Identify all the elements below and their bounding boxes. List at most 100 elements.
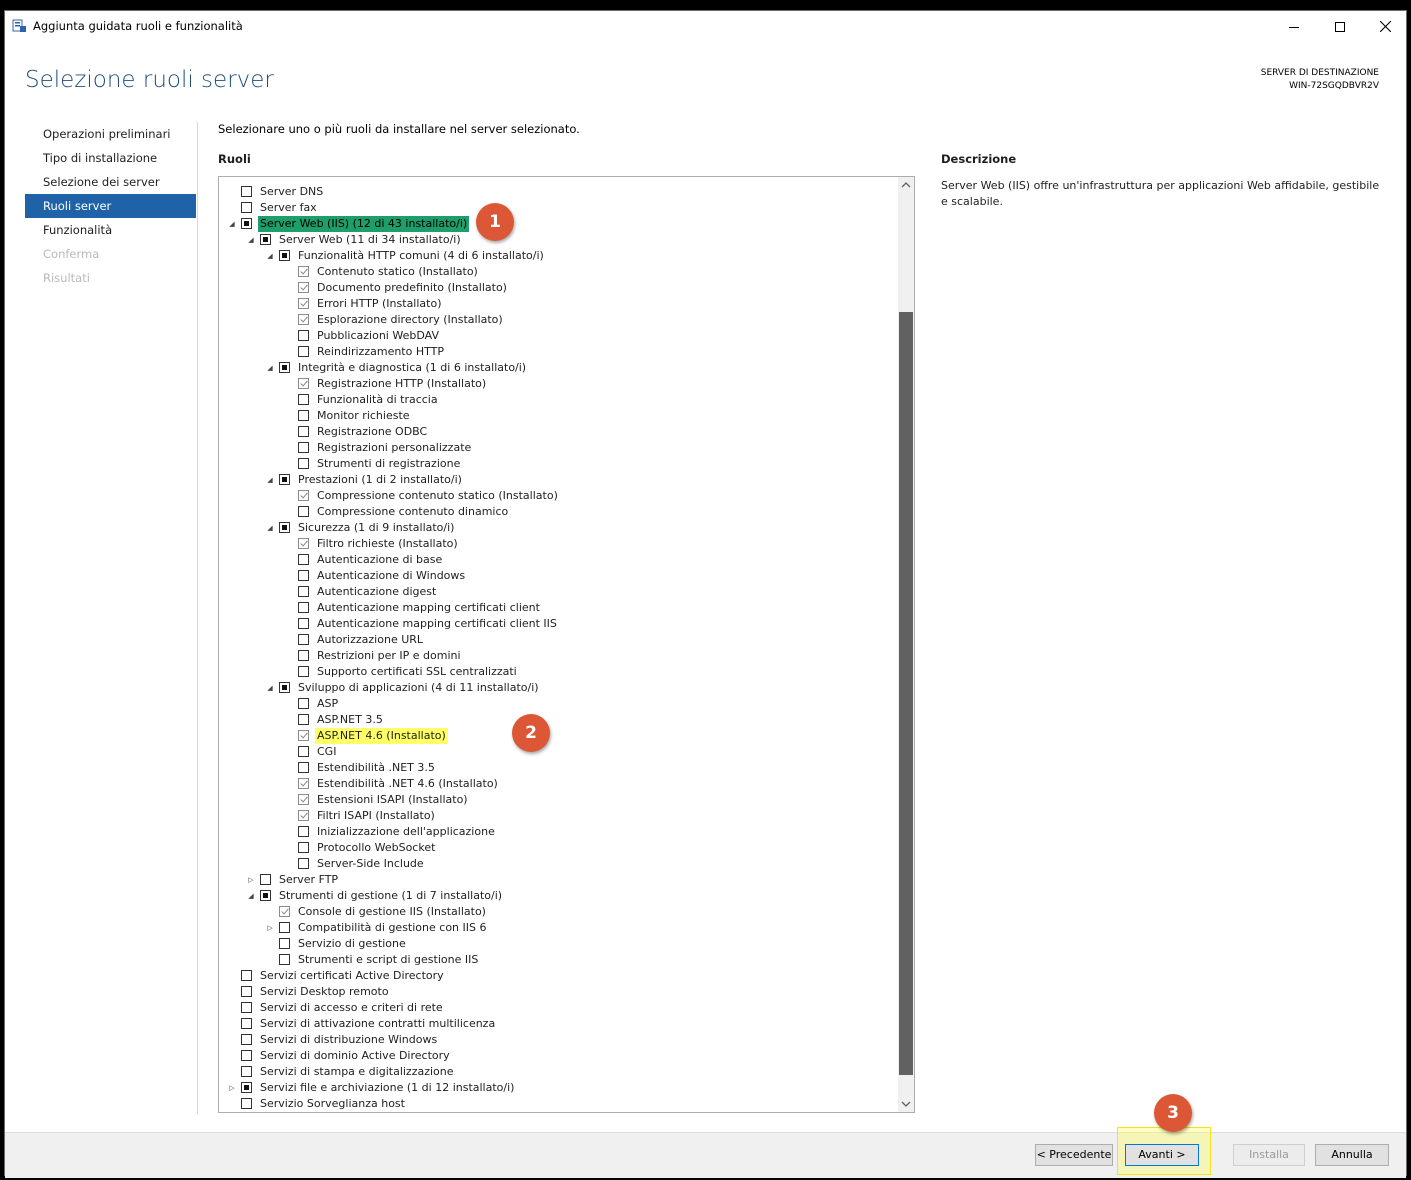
role-checkbox[interactable] (298, 554, 309, 565)
tree-row[interactable]: Contenuto statico (Installato) (219, 264, 899, 280)
role-checkbox[interactable] (260, 234, 271, 245)
tree-row[interactable]: Reindirizzamento HTTP (219, 344, 899, 360)
nav-item-operazioni-preliminari[interactable]: Operazioni preliminari (25, 122, 196, 146)
tree-row[interactable]: Autenticazione di base (219, 552, 899, 568)
tree-row[interactable]: Compressione contenuto statico (Installa… (219, 488, 899, 504)
role-checkbox[interactable] (241, 202, 252, 213)
role-checkbox[interactable] (241, 986, 252, 997)
tree-row[interactable]: Autenticazione mapping certificati clien… (219, 600, 899, 616)
tree-row[interactable]: ASP.NET 3.5 (219, 712, 899, 728)
tree-row[interactable]: Registrazione HTTP (Installato) (219, 376, 899, 392)
tree-row[interactable]: ASP.NET 4.6 (Installato) (219, 728, 899, 744)
tree-row[interactable]: Strumenti di registrazione (219, 456, 899, 472)
role-checkbox[interactable] (298, 282, 309, 293)
tree-row[interactable]: ▷ Server FTP (219, 872, 899, 888)
role-checkbox[interactable] (298, 266, 309, 277)
tree-row[interactable]: ASP (219, 696, 899, 712)
role-checkbox[interactable] (241, 1050, 252, 1061)
role-checkbox[interactable] (298, 650, 309, 661)
role-checkbox[interactable] (241, 1002, 252, 1013)
close-button[interactable] (1362, 11, 1408, 41)
expanded-arrow-icon[interactable]: ◢ (266, 524, 274, 532)
tree-row[interactable]: Estensioni ISAPI (Installato) (219, 792, 899, 808)
role-checkbox[interactable] (298, 762, 309, 773)
tree-row[interactable]: Servizi di stampa e digitalizzazione (219, 1064, 899, 1080)
role-checkbox[interactable] (298, 426, 309, 437)
role-checkbox[interactable] (298, 586, 309, 597)
collapsed-arrow-icon[interactable]: ▷ (266, 924, 274, 932)
role-checkbox[interactable] (298, 730, 309, 741)
tree-row[interactable]: Server fax (219, 200, 899, 216)
role-checkbox[interactable] (298, 330, 309, 341)
role-checkbox[interactable] (279, 362, 290, 373)
role-checkbox[interactable] (241, 1082, 252, 1093)
role-checkbox[interactable] (298, 538, 309, 549)
tree-row[interactable]: ▷ Servizi file e archiviazione (1 di 12 i… (219, 1080, 899, 1096)
tree-row[interactable]: Servizi certificati Active Directory (219, 968, 899, 984)
tree-row[interactable]: ◢ Prestazioni (1 di 2 installato/i) (219, 472, 899, 488)
tree-row[interactable]: Servizi di distribuzione Windows (219, 1032, 899, 1048)
maximize-button[interactable] (1317, 11, 1363, 41)
role-checkbox[interactable] (298, 618, 309, 629)
role-checkbox[interactable] (241, 218, 252, 229)
role-checkbox[interactable] (279, 474, 290, 485)
role-checkbox[interactable] (279, 954, 290, 965)
tree-row[interactable]: ◢ Server Web (IIS) (12 di 43 installato/i… (219, 216, 899, 232)
tree-row[interactable]: Servizi di dominio Active Directory (219, 1048, 899, 1064)
scrollbar-thumb[interactable] (899, 312, 913, 1075)
expanded-arrow-icon[interactable]: ◢ (266, 364, 274, 372)
role-checkbox[interactable] (279, 682, 290, 693)
tree-row[interactable]: ◢ Integrità e diagnostica (1 di 6 install… (219, 360, 899, 376)
role-checkbox[interactable] (279, 250, 290, 261)
role-checkbox[interactable] (298, 746, 309, 757)
tree-row[interactable]: Console di gestione IIS (Installato) (219, 904, 899, 920)
role-checkbox[interactable] (298, 442, 309, 453)
expanded-arrow-icon[interactable]: ◢ (266, 684, 274, 692)
role-checkbox[interactable] (298, 490, 309, 501)
tree-row[interactable]: Servizio Sorveglianza host (219, 1096, 899, 1112)
role-checkbox[interactable] (298, 842, 309, 853)
role-checkbox[interactable] (279, 938, 290, 949)
scroll-down-button[interactable] (898, 1095, 914, 1112)
role-checkbox[interactable] (298, 634, 309, 645)
expanded-arrow-icon[interactable]: ◢ (247, 236, 255, 244)
role-checkbox[interactable] (241, 1098, 252, 1109)
tree-row[interactable]: Server-Side Include (219, 856, 899, 872)
tree-row[interactable]: ◢ Sviluppo di applicazioni (4 di 11 insta… (219, 680, 899, 696)
role-checkbox[interactable] (298, 298, 309, 309)
tree-row[interactable]: CGI (219, 744, 899, 760)
expanded-arrow-icon[interactable]: ◢ (266, 476, 274, 484)
role-checkbox[interactable] (241, 186, 252, 197)
role-checkbox[interactable] (241, 1034, 252, 1045)
tree-row[interactable]: Inizializzazione dell'applicazione (219, 824, 899, 840)
tree-row[interactable]: Registrazione ODBC (219, 424, 899, 440)
tree-row[interactable]: ◢ Server Web (11 di 34 installato/i) (219, 232, 899, 248)
role-checkbox[interactable] (241, 970, 252, 981)
tree-row[interactable]: Estendibilità .NET 4.6 (Installato) (219, 776, 899, 792)
tree-row[interactable]: Pubblicazioni WebDAV (219, 328, 899, 344)
role-checkbox[interactable] (298, 666, 309, 677)
role-checkbox[interactable] (298, 714, 309, 725)
tree-row[interactable]: Strumenti e script di gestione IIS (219, 952, 899, 968)
tree-row[interactable]: Supporto certificati SSL centralizzati (219, 664, 899, 680)
role-checkbox[interactable] (260, 874, 271, 885)
nav-item-tipo-installazione[interactable]: Tipo di installazione (25, 146, 196, 170)
role-checkbox[interactable] (298, 826, 309, 837)
tree-row[interactable]: ◢ Strumenti di gestione (1 di 7 installat… (219, 888, 899, 904)
expanded-arrow-icon[interactable]: ◢ (266, 252, 274, 260)
tree-row[interactable]: ◢ Funzionalità HTTP comuni (4 di 6 instal… (219, 248, 899, 264)
next-button[interactable]: Avanti > (1125, 1144, 1199, 1166)
title-bar[interactable]: Aggiunta guidata ruoli e funzionalità (5, 11, 1406, 41)
tree-row[interactable]: Estendibilità .NET 3.5 (219, 760, 899, 776)
role-checkbox[interactable] (298, 778, 309, 789)
tree-row[interactable]: Documento predefinito (Installato) (219, 280, 899, 296)
role-checkbox[interactable] (241, 1066, 252, 1077)
role-checkbox[interactable] (298, 794, 309, 805)
role-checkbox[interactable] (241, 1018, 252, 1029)
tree-row[interactable]: Servizio di gestione (219, 936, 899, 952)
role-checkbox[interactable] (260, 890, 271, 901)
tree-row[interactable]: Servizi di attivazione contratti multili… (219, 1016, 899, 1032)
roles-tree[interactable]: Server DNS Server fax ◢ Server Web (IIS) (1… (218, 176, 915, 1113)
tree-row[interactable]: ◢ Sicurezza (1 di 9 installato/i) (219, 520, 899, 536)
role-checkbox[interactable] (298, 858, 309, 869)
